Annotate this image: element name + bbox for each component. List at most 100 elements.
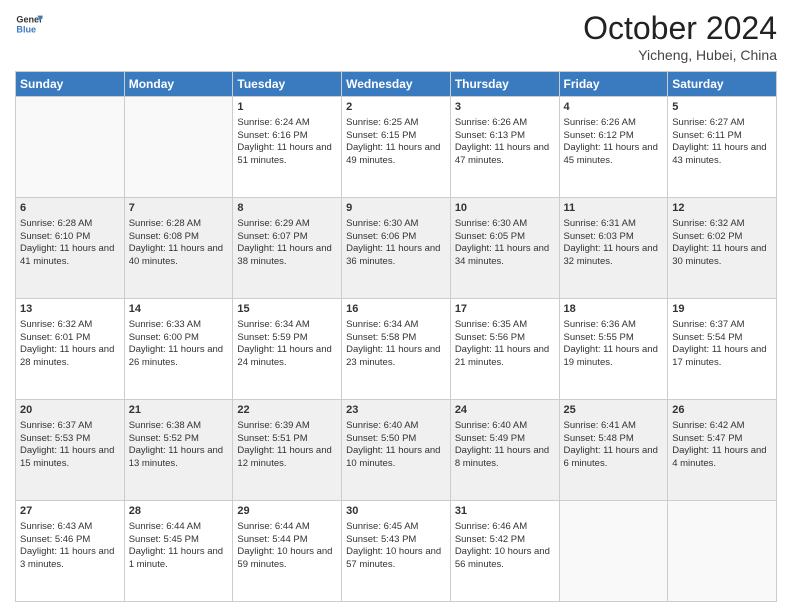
daylight-text: Daylight: 11 hours and 38 minutes. <box>237 243 331 267</box>
weekday-header: Monday <box>124 72 233 97</box>
sunset-text: Sunset: 5:52 PM <box>129 433 199 444</box>
calendar-cell: 30Sunrise: 6:45 AMSunset: 5:43 PMDayligh… <box>342 501 451 602</box>
calendar-week-row: 1Sunrise: 6:24 AMSunset: 6:16 PMDaylight… <box>16 97 777 198</box>
calendar-cell: 24Sunrise: 6:40 AMSunset: 5:49 PMDayligh… <box>450 400 559 501</box>
sunset-text: Sunset: 6:06 PM <box>346 231 416 242</box>
calendar-cell: 17Sunrise: 6:35 AMSunset: 5:56 PMDayligh… <box>450 299 559 400</box>
calendar: SundayMondayTuesdayWednesdayThursdayFrid… <box>15 71 777 602</box>
daylight-text: Daylight: 10 hours and 56 minutes. <box>455 546 550 570</box>
calendar-cell: 10Sunrise: 6:30 AMSunset: 6:05 PMDayligh… <box>450 198 559 299</box>
sunset-text: Sunset: 5:54 PM <box>672 332 742 343</box>
svg-text:Blue: Blue <box>16 24 36 34</box>
calendar-cell: 1Sunrise: 6:24 AMSunset: 6:16 PMDaylight… <box>233 97 342 198</box>
calendar-cell: 15Sunrise: 6:34 AMSunset: 5:59 PMDayligh… <box>233 299 342 400</box>
sunset-text: Sunset: 5:46 PM <box>20 534 90 545</box>
sunset-text: Sunset: 6:07 PM <box>237 231 307 242</box>
sunrise-text: Sunrise: 6:42 AM <box>672 420 744 431</box>
calendar-cell: 25Sunrise: 6:41 AMSunset: 5:48 PMDayligh… <box>559 400 668 501</box>
day-number: 6 <box>20 201 120 216</box>
sunset-text: Sunset: 6:00 PM <box>129 332 199 343</box>
sunset-text: Sunset: 5:48 PM <box>564 433 634 444</box>
sunrise-text: Sunrise: 6:24 AM <box>237 117 309 128</box>
sunset-text: Sunset: 5:59 PM <box>237 332 307 343</box>
sunset-text: Sunset: 6:05 PM <box>455 231 525 242</box>
day-number: 11 <box>564 201 664 216</box>
calendar-cell <box>559 501 668 602</box>
day-number: 9 <box>346 201 446 216</box>
day-number: 26 <box>672 403 772 418</box>
sunset-text: Sunset: 5:44 PM <box>237 534 307 545</box>
calendar-cell: 3 Sunrise: 6:26 AM Sunset: 6:13 PMDaylight… <box>450 97 559 198</box>
daylight-text: Daylight: 11 hours and 47 minutes. <box>455 142 549 166</box>
sunrise-text: Sunrise: 6:33 AM <box>129 319 201 330</box>
calendar-cell: 9Sunrise: 6:30 AMSunset: 6:06 PMDaylight… <box>342 198 451 299</box>
sunrise-text: Sunrise: 6:39 AM <box>237 420 309 431</box>
calendar-cell: 20Sunrise: 6:37 AMSunset: 5:53 PMDayligh… <box>16 400 125 501</box>
day-number: 2 <box>346 100 446 115</box>
daylight-text: Daylight: 11 hours and 41 minutes. <box>20 243 114 267</box>
sunset-text: Sunset: 6:13 PM <box>455 130 525 141</box>
daylight-text: Daylight: 11 hours and 30 minutes. <box>672 243 766 267</box>
sunset-text: Sunset: 5:43 PM <box>346 534 416 545</box>
sunrise-text: Sunrise: 6:44 AM <box>129 521 201 532</box>
sunrise-text: Sunrise: 6:37 AM <box>672 319 744 330</box>
day-number: 13 <box>20 302 120 317</box>
sunset-text: Sunset: 6:15 PM <box>346 130 416 141</box>
day-number: 14 <box>129 302 229 317</box>
daylight-text: Daylight: 11 hours and 1 minute. <box>129 546 223 570</box>
calendar-cell: 28Sunrise: 6:44 AMSunset: 5:45 PMDayligh… <box>124 501 233 602</box>
calendar-cell: 26Sunrise: 6:42 AMSunset: 5:47 PMDayligh… <box>668 400 777 501</box>
daylight-text: Daylight: 11 hours and 51 minutes. <box>237 142 331 166</box>
logo-icon: General Blue <box>15 10 43 38</box>
calendar-cell: 18Sunrise: 6:36 AMSunset: 5:55 PMDayligh… <box>559 299 668 400</box>
weekday-header: Saturday <box>668 72 777 97</box>
day-number: 16 <box>346 302 446 317</box>
daylight-text: Daylight: 11 hours and 19 minutes. <box>564 344 658 368</box>
sunrise-text: Sunrise: 6:26 AM <box>455 117 527 128</box>
sunset-text: Sunset: 6:01 PM <box>20 332 90 343</box>
day-number: 21 <box>129 403 229 418</box>
calendar-cell: 19 Sunrise: 6:37 AM Sunset: 5:54 PMDayligh… <box>668 299 777 400</box>
sunset-text: Sunset: 6:16 PM <box>237 130 307 141</box>
calendar-cell <box>16 97 125 198</box>
day-number: 7 <box>129 201 229 216</box>
daylight-text: Daylight: 11 hours and 12 minutes. <box>237 445 331 469</box>
calendar-cell: 27Sunrise: 6:43 AMSunset: 5:46 PMDayligh… <box>16 501 125 602</box>
weekday-header: Sunday <box>16 72 125 97</box>
daylight-text: Daylight: 10 hours and 59 minutes. <box>237 546 332 570</box>
daylight-text: Daylight: 11 hours and 8 minutes. <box>455 445 549 469</box>
weekday-header: Friday <box>559 72 668 97</box>
day-number: 8 <box>237 201 337 216</box>
sunrise-text: Sunrise: 6:30 AM <box>346 218 418 229</box>
location-title: Yicheng, Hubei, China <box>583 47 777 63</box>
daylight-text: Daylight: 11 hours and 32 minutes. <box>564 243 658 267</box>
sunrise-text: Sunrise: 6:38 AM <box>129 420 201 431</box>
logo: General Blue <box>15 10 43 38</box>
header: General Blue October 2024 Yicheng, Hubei… <box>15 10 777 63</box>
sunrise-text: Sunrise: 6:29 AM <box>237 218 309 229</box>
sunset-text: Sunset: 5:56 PM <box>455 332 525 343</box>
daylight-text: Daylight: 11 hours and 10 minutes. <box>346 445 440 469</box>
day-number: 27 <box>20 504 120 519</box>
daylight-text: Daylight: 11 hours and 15 minutes. <box>20 445 114 469</box>
weekday-header: Wednesday <box>342 72 451 97</box>
day-number: 20 <box>20 403 120 418</box>
calendar-cell: 22Sunrise: 6:39 AMSunset: 5:51 PMDayligh… <box>233 400 342 501</box>
sunset-text: Sunset: 6:03 PM <box>564 231 634 242</box>
day-number: 19 <box>672 302 772 317</box>
daylight-text: Daylight: 11 hours and 17 minutes. <box>672 344 766 368</box>
calendar-cell: 8 Sunrise: 6:29 AM Sunset: 6:07 PMDaylight… <box>233 198 342 299</box>
sunset-text: Sunset: 5:49 PM <box>455 433 525 444</box>
calendar-cell: 4Sunrise: 6:26 AMSunset: 6:12 PMDaylight… <box>559 97 668 198</box>
calendar-cell: 7Sunrise: 6:28 AMSunset: 6:08 PMDaylight… <box>124 198 233 299</box>
weekday-header: Thursday <box>450 72 559 97</box>
sunrise-text: Sunrise: 6:35 AM <box>455 319 527 330</box>
daylight-text: Daylight: 11 hours and 13 minutes. <box>129 445 223 469</box>
calendar-cell: 12Sunrise: 6:32 AMSunset: 6:02 PMDayligh… <box>668 198 777 299</box>
day-number: 3 <box>455 100 555 115</box>
daylight-text: Daylight: 11 hours and 23 minutes. <box>346 344 440 368</box>
day-number: 31 <box>455 504 555 519</box>
calendar-week-row: 27Sunrise: 6:43 AMSunset: 5:46 PMDayligh… <box>16 501 777 602</box>
day-number: 5 <box>672 100 772 115</box>
sunrise-text: Sunrise: 6:41 AM <box>564 420 636 431</box>
